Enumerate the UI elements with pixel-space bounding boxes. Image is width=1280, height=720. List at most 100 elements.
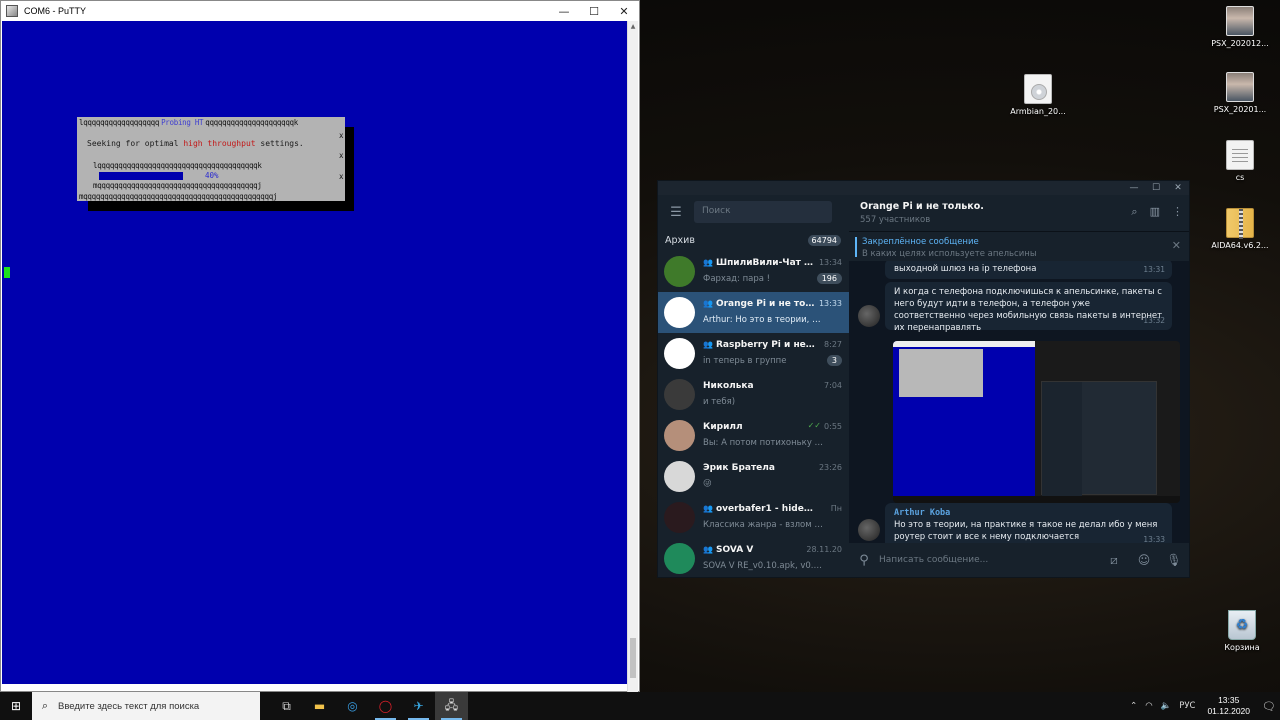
avatar — [664, 420, 695, 451]
pinned-title: Закреплённое сообщение — [862, 237, 979, 247]
desktop-icon-armbian[interactable]: Armbian_20... — [1006, 74, 1070, 116]
avatar[interactable] — [858, 305, 880, 327]
message-time: 13:31 — [1143, 265, 1165, 274]
minimize-button[interactable]: — — [1123, 181, 1145, 195]
microphone-icon[interactable]: 🎙 — [1159, 553, 1189, 567]
putty-titlebar[interactable]: COM6 - PuTTY — ☐ ✕ — [1, 1, 639, 21]
chat-list-item[interactable]: 👥Orange Pi и не только.13:33 Arthur: Но э… — [658, 292, 849, 333]
menu-icon[interactable]: ☰ — [658, 205, 694, 220]
archive-label: Архив — [665, 234, 695, 246]
scroll-thumb[interactable] — [630, 638, 636, 678]
task-view-icon[interactable]: ⧉ — [270, 692, 303, 720]
chat-list-item[interactable]: Эрик Братела 23:26 😜 — [658, 456, 849, 497]
search-input[interactable]: Поиск — [694, 201, 832, 223]
message-time: 13:32 — [1143, 316, 1165, 325]
language-indicator[interactable]: РУС — [1179, 701, 1195, 711]
chat-name: 👥overbafer1 - hide_info — [703, 504, 815, 514]
archive-item[interactable]: Архив 64794 — [658, 229, 849, 251]
start-button[interactable]: ⊞ — [0, 692, 32, 720]
chat-title: Orange Pi и не только. — [860, 201, 984, 212]
gauge-top-border: lqqqqqqqqqqqqqqqqqqqqqqqqqqqqqqqqqqqqqqk — [93, 161, 262, 170]
desktop-icon-label: AIDA64.v6.2... — [1211, 241, 1269, 250]
terminal-scrollbar[interactable]: ▲ — [627, 21, 638, 692]
message-history[interactable]: выходной шлюз на ip телефона 13:31 И ког… — [849, 261, 1189, 545]
volume-icon[interactable]: 🔈 — [1161, 701, 1172, 711]
chat-time: 0:55 — [824, 422, 842, 431]
close-button[interactable]: ✕ — [1167, 181, 1189, 195]
notifications-icon[interactable]: 🗨 — [1258, 692, 1280, 720]
chat-list-item[interactable]: Кирилл 0:55✓✓ Вы: А потом потихоньку помал… — [658, 415, 849, 456]
chat-list-item[interactable]: 👥 SOVA V 28.11.20 SOVA V RE_v0.10.apk, v0.1… — [658, 538, 849, 579]
avatar — [664, 461, 695, 492]
conversation-panel: Orange Pi и не только. 557 участников ⌕ … — [849, 195, 1189, 577]
desktop-icon-psx-1[interactable]: PSX_202012... — [1208, 6, 1272, 48]
chat-time: 13:34 — [818, 258, 842, 267]
chat-name: 👥Orange Pi и не только. — [703, 299, 815, 309]
message-author[interactable]: Arthur Koba — [894, 507, 1163, 519]
disc-image-icon — [1024, 74, 1052, 104]
group-icon: 👥 — [703, 299, 713, 308]
system-tray: ⌃ ◠ 🔈 РУС 13:35 01.12.2020 🗨 — [1126, 692, 1280, 720]
chat-list-item[interactable]: 👥 ШпилиВили-Чат 🕶 13:34 Фархад: пара ! 196 — [658, 251, 849, 292]
sidebar-toggle-icon[interactable]: ▥ — [1150, 205, 1160, 219]
terminal-screen[interactable]: lqqqqqqqqqqqqqqqqqq Probing HT qqqqqqqqqqq… — [2, 21, 627, 684]
minimize-button[interactable]: — — [549, 1, 579, 21]
attach-icon[interactable]: ⚲ — [849, 553, 879, 568]
pinned-message[interactable]: Закреплённое сообщение В каких целях исп… — [849, 231, 1189, 261]
dialog-side: x — [339, 151, 344, 160]
avatar — [664, 297, 695, 328]
chat-header[interactable]: Orange Pi и не только. 557 участников ⌕ … — [849, 195, 1189, 231]
message-input[interactable]: Написать сообщение... — [879, 555, 1099, 565]
search-icon[interactable]: ⌕ — [1131, 205, 1137, 219]
avatar[interactable] — [858, 519, 880, 541]
dialog-top-border: lqqqqqqqqqqqqqqqqqq Probing HT qqqqqqqqqqq… — [79, 118, 298, 127]
edge-icon[interactable]: ◎ — [336, 692, 369, 720]
wifi-icon[interactable]: ◠ — [1145, 701, 1152, 711]
chat-list-item[interactable]: 👥overbafer1 - hide_info Пн Классика жанра … — [658, 497, 849, 538]
putty-taskbar-icon[interactable]: 🖧 — [435, 692, 468, 720]
desktop-icon-cs[interactable]: cs — [1208, 140, 1272, 182]
telegram-taskbar-icon[interactable]: ✈ — [402, 692, 435, 720]
desktop-icon-psx-2[interactable]: PSX_20201... — [1208, 72, 1272, 114]
clock-date: 01.12.2020 — [1207, 706, 1250, 716]
taskbar: ⊞ ⌕ Введите здесь текст для поиска ⧉ ▬ ◎… — [0, 692, 1280, 720]
unread-count-badge: 3 — [826, 355, 842, 366]
gauge-bottom-border: mqqqqqqqqqqqqqqqqqqqqqqqqqqqqqqqqqqqqqqj — [93, 181, 262, 190]
desktop-icon-aida64[interactable]: AIDA64.v6.2... — [1208, 208, 1272, 250]
bot-commands-icon[interactable]: ⧄ — [1099, 553, 1129, 568]
group-icon: 👥 — [703, 504, 713, 513]
more-icon[interactable]: ⋮ — [1172, 205, 1183, 219]
maximize-button[interactable]: ☐ — [579, 1, 609, 21]
scroll-up-icon[interactable]: ▲ — [628, 21, 638, 32]
desktop-icon-recycle-bin[interactable]: Корзина — [1210, 610, 1274, 652]
clock[interactable]: 13:35 01.12.2020 — [1207, 695, 1250, 717]
chat-name: Эрик Братела — [703, 463, 775, 473]
close-icon[interactable]: ✕ — [1172, 239, 1181, 252]
recycle-bin-icon — [1228, 610, 1256, 640]
chat-time: 8:27 — [824, 340, 842, 349]
desktop-icon-label: PSX_20201... — [1213, 105, 1267, 114]
telegram-titlebar[interactable]: — ☐ ✕ — [658, 181, 1189, 195]
dialog-message: Seeking for optimal high throughput sett… — [87, 139, 304, 148]
message-composer: ⚲ Написать сообщение... ⧄ ☺ 🎙 — [849, 543, 1189, 577]
chat-list-item[interactable]: 👥Raspberry Pi и не тольк... 8:27 in теперь… — [658, 333, 849, 374]
chat-preview: in теперь в группе — [703, 356, 787, 366]
pinned-preview: В каких целях используете апельсины — [862, 249, 1037, 259]
chat-name: 👥 SOVA V — [703, 545, 754, 555]
taskbar-search[interactable]: ⌕ Введите здесь текст для поиска — [32, 692, 260, 720]
chat-list-item[interactable]: Николька 7:04 и тебя) — [658, 374, 849, 415]
text-file-icon — [1226, 140, 1254, 170]
dialog-bottom-border: mqqqqqqqqqqqqqqqqqqqqqqqqqqqqqqqqqqqqqqq… — [79, 192, 278, 201]
close-button[interactable]: ✕ — [609, 1, 639, 21]
read-checkmark-icon: ✓✓ — [807, 421, 821, 430]
desktop-icon-label: cs — [1235, 173, 1245, 182]
file-explorer-icon[interactable]: ▬ — [303, 692, 336, 720]
opera-icon[interactable]: ◯ — [369, 692, 402, 720]
emoji-icon[interactable]: ☺ — [1129, 553, 1159, 567]
message-bubble: выходной шлюз на ip телефона 13:31 — [885, 261, 1172, 279]
attached-screenshot-image[interactable] — [893, 341, 1180, 503]
maximize-button[interactable]: ☐ — [1145, 181, 1167, 195]
dialog-side: x — [339, 172, 344, 181]
chat-preview: и тебя) — [703, 397, 736, 407]
show-hidden-icons-icon[interactable]: ⌃ — [1130, 701, 1137, 711]
